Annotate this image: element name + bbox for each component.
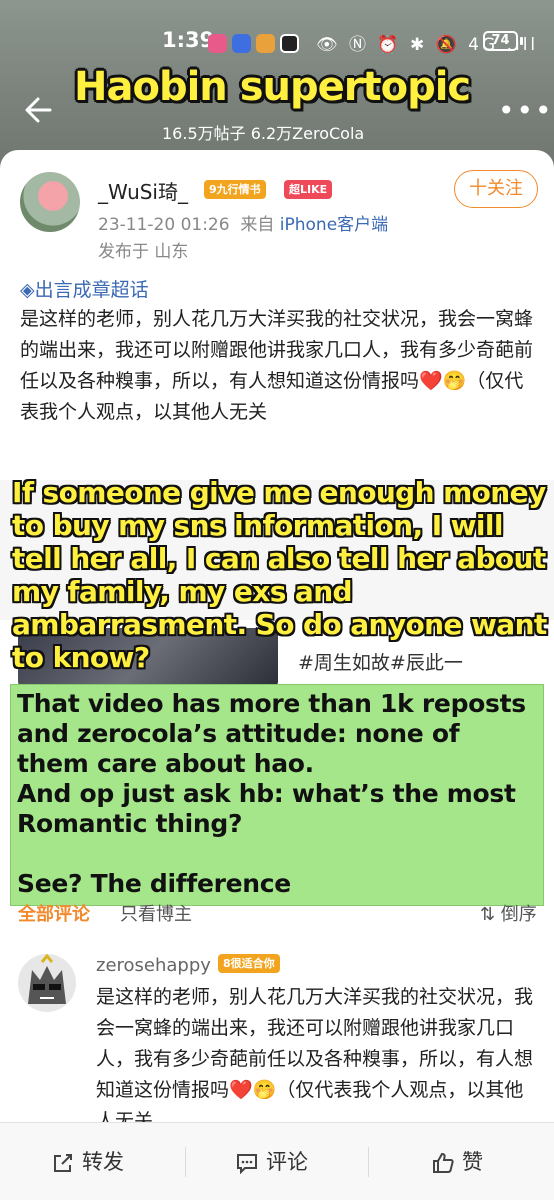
post-from: 来自 — [240, 215, 275, 235]
overlay-caption-title: Haobin supertopic — [74, 64, 471, 110]
weibo-icon — [256, 34, 275, 53]
sort-toggle[interactable]: ⇅ 倒序 — [480, 900, 537, 924]
repost-button[interactable]: 转发 — [52, 1147, 124, 1177]
supertopic-link[interactable]: ◈出言成章超话 — [20, 275, 149, 302]
cat-avatar-icon — [28, 954, 66, 1004]
like-button[interactable]: 赞 — [432, 1147, 483, 1177]
comment-label: 评论 — [266, 1150, 308, 1174]
note-line: That video has more than 1k reposts and … — [17, 689, 526, 778]
qq-icon — [280, 34, 299, 53]
more-options-icon[interactable]: ••• — [498, 94, 554, 127]
post-location: 发布于 山东 — [98, 242, 189, 262]
post-time: 23-11-20 01:26 — [98, 215, 230, 235]
divider — [185, 1147, 186, 1177]
comment-icon — [237, 1154, 257, 1175]
repost-icon — [54, 1154, 72, 1172]
post-username[interactable]: _WuSi琦_ — [98, 176, 188, 205]
topic-stats: 16.5万帖子 6.2万ZeroCola — [162, 124, 365, 143]
divider — [368, 1147, 369, 1177]
comment-tabs: 全部评论 只看博主 ⇅ 倒序 — [18, 898, 538, 924]
user-avatar[interactable] — [20, 172, 80, 232]
fan-level-badge: 9九行情书 — [204, 180, 266, 199]
post-meta: 23-11-20 01:26 来自 iPhone客户端 — [98, 210, 388, 235]
overlay-translation: If someone give me enough money to buy m… — [12, 476, 547, 674]
commenter-avatar[interactable] — [18, 954, 76, 1012]
action-bar: 转发 评论 赞 — [0, 1122, 554, 1200]
battery-icon: 74 — [483, 31, 518, 51]
comment-body: 是这样的老师，别人花几万大洋买我的社交状况，我会一窝蜂的端出来，我还可以附赠跟他… — [96, 986, 534, 1122]
app-notification-icon — [208, 34, 227, 53]
like-label: 赞 — [462, 1150, 483, 1174]
super-like-badge: 超LIKE — [284, 180, 333, 199]
note-line: See? The difference — [17, 869, 291, 898]
battery-tip — [520, 37, 523, 45]
back-arrow-icon[interactable] — [20, 90, 60, 130]
note-line: And op just ask hb: what’s the most Roma… — [17, 779, 516, 838]
follow-button[interactable]: 十关注 — [454, 170, 538, 208]
app-notification-icon — [232, 34, 251, 53]
tab-all-comments[interactable]: 全部评论 — [18, 900, 90, 924]
post-body: 是这样的老师，别人花几万大洋买我的社交状况，我会一窝蜂的端出来，我还可以附赠跟他… — [20, 308, 534, 423]
note-spacer — [17, 839, 537, 869]
repost-label: 转发 — [82, 1150, 124, 1174]
thumbs-up-icon — [433, 1152, 454, 1173]
annotation-note: That video has more than 1k reposts and … — [10, 684, 544, 906]
post-device-link[interactable]: iPhone客户端 — [280, 215, 388, 235]
commenter-badge: 8很适合你 — [218, 954, 280, 973]
tab-op-only[interactable]: 只看博主 — [120, 900, 192, 924]
status-time: 1:39 — [162, 28, 215, 52]
commenter-name[interactable]: zerosehappy — [96, 955, 211, 976]
status-bar: 1:39 👁 Ⓝ ⏰ ✱ 🔕 4G .ıll 74 — [0, 24, 554, 60]
comment-button[interactable]: 评论 — [236, 1147, 308, 1177]
